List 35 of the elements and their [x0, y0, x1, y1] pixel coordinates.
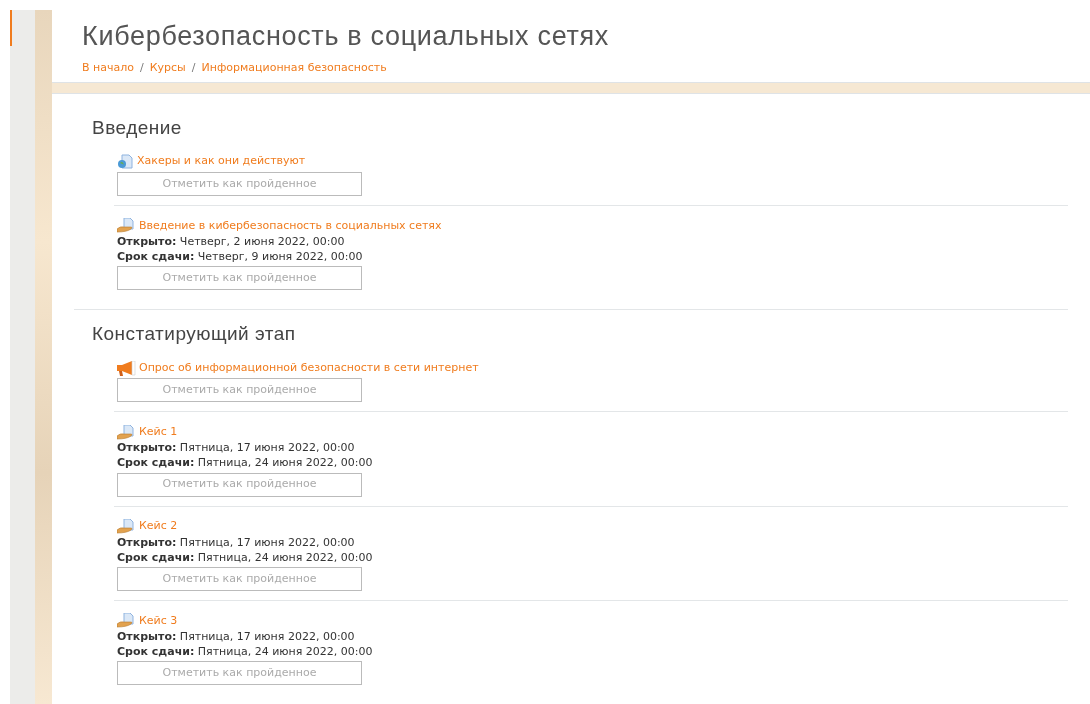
page-title: Кибербезопасность в социальных сетях	[82, 20, 609, 53]
date-line: Срок сдачи: Пятница, 24 июня 2022, 00:00	[117, 455, 373, 471]
hand-document-icon	[117, 424, 136, 440]
date-line: Открыто: Пятница, 17 июня 2022, 00:00	[117, 628, 355, 644]
mark-complete-button[interactable]: Отметить как пройденное	[117, 378, 362, 403]
mark-complete-button[interactable]: Отметить как пройденное	[117, 266, 362, 290]
megaphone-icon	[117, 360, 136, 376]
activity-link[interactable]: Кейс 3	[139, 612, 178, 629]
hand-document-icon	[117, 519, 136, 534]
activity-link[interactable]: Хакеры и как они действуют	[137, 153, 306, 170]
date-line: Срок сдачи: Пятница, 24 июня 2022, 00:00	[117, 643, 373, 659]
mark-complete-button[interactable]: Отметить как пройденное	[117, 171, 362, 196]
date-line: Открыто: Пятница, 17 июня 2022, 00:00	[117, 440, 355, 456]
activity-link[interactable]: Кейс 2	[139, 518, 178, 535]
breadcrumb-separator: /	[191, 60, 196, 76]
date-line: Срок сдачи: Четверг, 9 июня 2022, 00:00	[117, 248, 363, 264]
active-indicator	[10, 10, 12, 46]
breadcrumb-link[interactable]: В начало	[82, 60, 134, 77]
mark-complete-button[interactable]: Отметить как пройденное	[117, 472, 362, 497]
mark-complete-button[interactable]: Отметить как пройденное	[117, 566, 362, 591]
hand-document-icon	[117, 613, 136, 629]
globe-page-icon	[117, 154, 134, 169]
hand-document-icon	[117, 218, 136, 234]
date-line: Открыто: Четверг, 2 июня 2022, 00:00	[117, 233, 345, 249]
activity-link[interactable]: Кейс 1	[139, 424, 178, 441]
mark-complete-button[interactable]: Отметить как пройденное	[117, 661, 362, 685]
breadcrumb-separator: /	[140, 60, 144, 76]
date-line: Открыто: Пятница, 17 июня 2022, 00:00	[117, 534, 355, 550]
breadcrumb-link[interactable]: Информационная безопасность	[201, 60, 387, 77]
section-title: Констатирующий этап	[92, 322, 296, 346]
date-line: Срок сдачи: Пятница, 24 июня 2022, 00:00	[117, 549, 373, 565]
activity-link[interactable]: Опрос об информационной безопасности в сети интернет	[139, 359, 479, 377]
section-title: Введение	[92, 115, 182, 140]
breadcrumb-link[interactable]: Курсы	[149, 60, 186, 77]
activity-link[interactable]: Введение в кибербезопасность в социальных сетях	[139, 217, 442, 234]
